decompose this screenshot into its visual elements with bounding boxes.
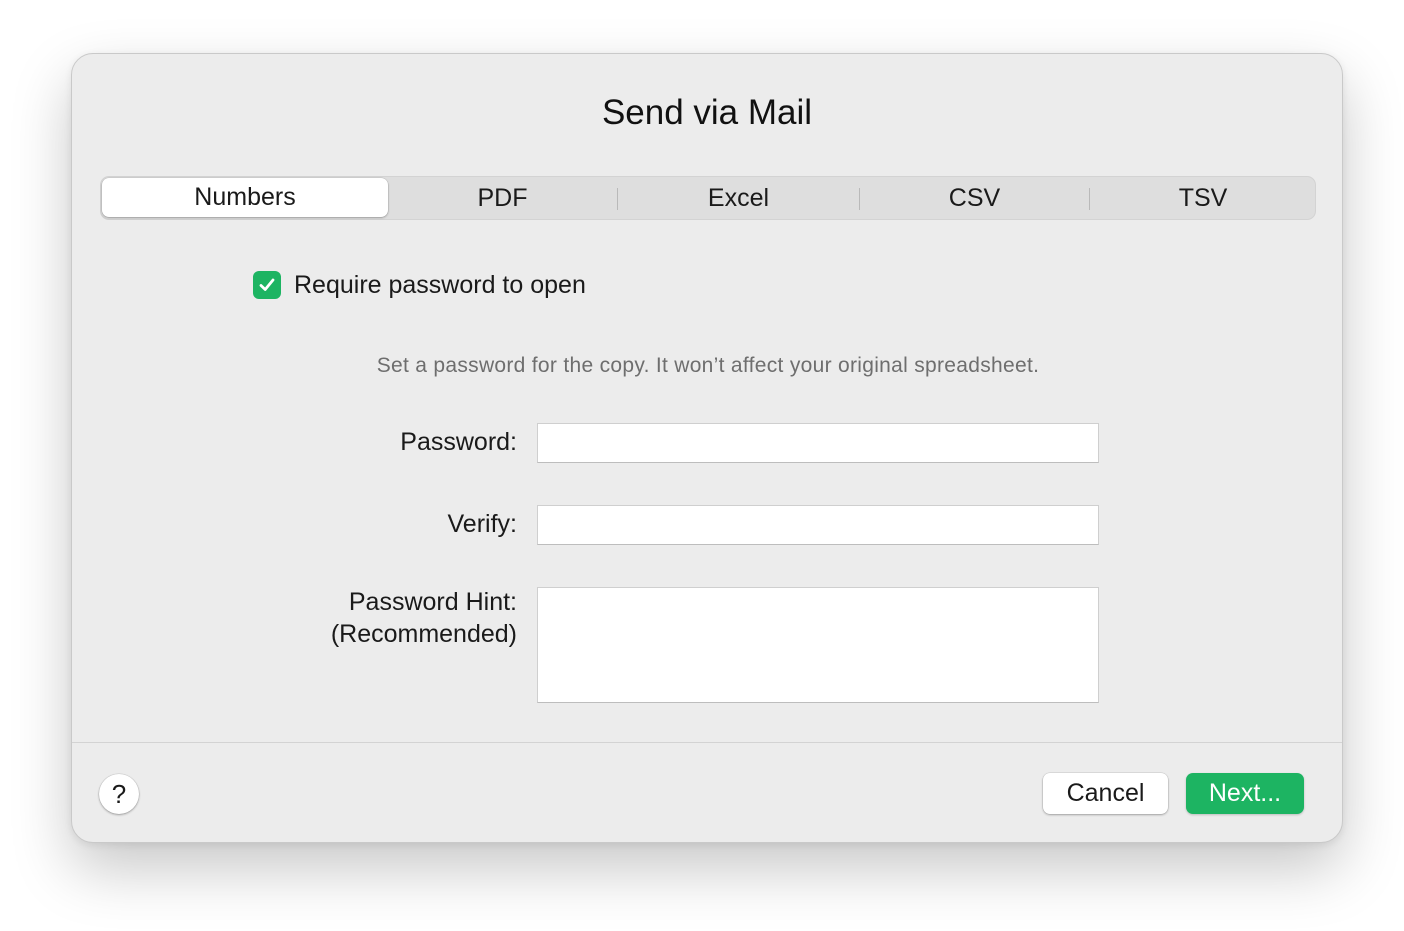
tab-numbers[interactable]: Numbers — [102, 178, 388, 217]
tab-excel[interactable]: Excel — [618, 177, 859, 219]
password-hint-label-line2: (Recommended) — [330, 620, 517, 648]
password-label: Password: — [400, 428, 517, 456]
dialog-title: Send via Mail — [601, 93, 813, 132]
next-button[interactable]: Next... — [1186, 773, 1304, 814]
password-hint-label: Password Hint: (Recommended) — [331, 586, 517, 650]
tab-csv[interactable]: CSV — [860, 177, 1089, 219]
format-tab-bar: Numbers PDF Excel CSV TSV — [100, 176, 1316, 220]
require-password-option[interactable]: Require password to open — [253, 268, 586, 302]
checkmark-icon — [259, 278, 275, 291]
send-via-mail-dialog: Send via Mail Numbers PDF Excel CSV TSV … — [71, 53, 1343, 843]
help-button[interactable]: ? — [99, 774, 139, 814]
tab-pdf[interactable]: PDF — [388, 177, 617, 219]
password-info-text: Set a password for the copy. It won’t af… — [376, 354, 1040, 377]
verify-label: Verify: — [447, 510, 517, 538]
require-password-checkbox[interactable] — [253, 271, 281, 299]
password-hint-field[interactable] — [537, 587, 1099, 703]
cancel-button[interactable]: Cancel — [1043, 773, 1168, 814]
question-mark-icon: ? — [111, 779, 127, 809]
require-password-label: Require password to open — [294, 270, 586, 299]
footer-divider — [72, 742, 1342, 743]
password-field[interactable] — [537, 423, 1099, 463]
tab-tsv[interactable]: TSV — [1090, 177, 1316, 219]
verify-field[interactable] — [537, 505, 1099, 545]
password-hint-label-line1: Password Hint: — [348, 588, 517, 616]
